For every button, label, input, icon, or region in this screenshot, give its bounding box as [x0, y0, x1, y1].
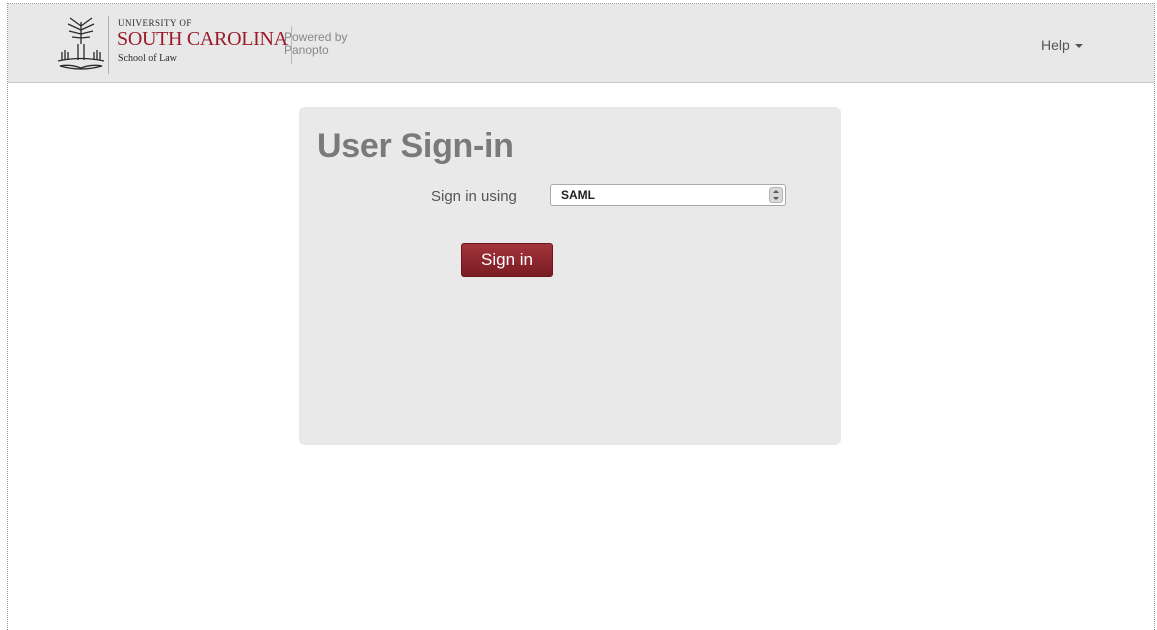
- help-label: Help: [1041, 37, 1070, 53]
- top-bar: UNIVERSITY OF SOUTH CAROLINA School of L…: [8, 4, 1154, 83]
- signin-provider-select[interactable]: SAML: [550, 184, 786, 206]
- university-label: UNIVERSITY OF: [118, 18, 192, 28]
- signin-panel: User Sign-in Sign in using SAML Sign in: [299, 107, 841, 445]
- powered-by-line2: Panopto: [284, 43, 329, 57]
- help-menu[interactable]: Help: [1041, 37, 1083, 53]
- caret-down-icon: [1074, 44, 1083, 49]
- page-title: User Sign-in: [317, 127, 514, 165]
- select-arrows-icon: [769, 187, 783, 203]
- university-seal-icon: [57, 17, 105, 70]
- school-name: School of Law: [118, 53, 177, 64]
- signin-button[interactable]: Sign in: [461, 243, 553, 277]
- signin-provider-value: SAML: [561, 188, 595, 202]
- university-name: SOUTH CAROLINA: [117, 28, 288, 50]
- signin-provider-label: Sign in using: [431, 188, 517, 205]
- logo-divider: [108, 16, 109, 74]
- powered-by: Powered by Panopto: [284, 31, 347, 57]
